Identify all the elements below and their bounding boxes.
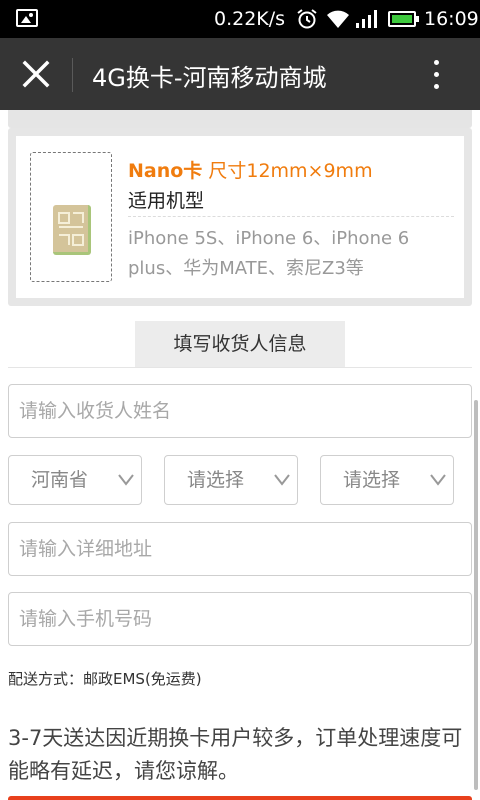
address-input[interactable]: 请输入详细地址 bbox=[8, 522, 472, 576]
card-divider bbox=[128, 216, 454, 217]
close-icon[interactable] bbox=[18, 56, 54, 92]
chevron-down-icon bbox=[430, 474, 446, 486]
wifi-icon bbox=[327, 10, 349, 28]
sim-card-panel: Nano卡 尺寸12mm×9mm 适用机型 iPhone 5S、iPhone 6… bbox=[16, 136, 464, 298]
sim-card-info: Nano卡 尺寸12mm×9mm 适用机型 iPhone 5S、iPhone 6… bbox=[8, 128, 472, 306]
section-divider bbox=[8, 367, 472, 368]
battery-icon bbox=[388, 11, 419, 27]
sim-size: 尺寸12mm×9mm bbox=[208, 160, 373, 182]
sim-type: Nano卡 bbox=[128, 160, 203, 182]
network-speed: 0.22K/s bbox=[214, 8, 286, 30]
section-title: 填写收货人信息 bbox=[135, 321, 345, 367]
clock: 16:09 bbox=[424, 8, 479, 30]
submit-button-edge[interactable] bbox=[8, 796, 472, 800]
toolbar-divider bbox=[72, 58, 73, 92]
chevron-down-icon bbox=[274, 474, 290, 486]
image-icon bbox=[16, 9, 38, 27]
page-title: 4G换卡-河南移动商城 bbox=[92, 64, 327, 92]
city-select[interactable]: 请选择 bbox=[164, 455, 298, 505]
previous-card-edge bbox=[8, 110, 472, 128]
more-vertical-icon[interactable] bbox=[426, 56, 446, 92]
status-bar: 0.22K/s 16:09 bbox=[0, 0, 480, 38]
sim-card-image-frame bbox=[30, 152, 112, 282]
province-select[interactable]: 河南省 bbox=[8, 455, 142, 505]
delivery-notice: 3-7天送达因近期换卡用户较多，订单处理速度可能略有延迟，请您谅解。 bbox=[8, 726, 463, 783]
main-content: Nano卡 尺寸12mm×9mm 适用机型 iPhone 5S、iPhone 6… bbox=[0, 110, 480, 800]
province-value: 河南省 bbox=[31, 469, 89, 491]
models-label: 适用机型 bbox=[128, 190, 205, 212]
alarm-icon bbox=[297, 9, 317, 29]
compatible-models: iPhone 5S、iPhone 6、iPhone 6 plus、华为MATE、… bbox=[128, 228, 410, 279]
app-toolbar: 4G换卡-河南移动商城 bbox=[0, 38, 480, 110]
scrollbar[interactable] bbox=[474, 400, 478, 790]
district-value: 请选择 bbox=[343, 469, 401, 491]
district-select[interactable]: 请选择 bbox=[320, 455, 454, 505]
sim-title: Nano卡 尺寸12mm×9mm bbox=[128, 156, 373, 183]
phone-input[interactable]: 请输入手机号码 bbox=[8, 592, 472, 646]
sim-chip-icon bbox=[53, 205, 91, 255]
city-value: 请选择 bbox=[187, 469, 245, 491]
recipient-name-input[interactable]: 请输入收货人姓名 bbox=[8, 384, 472, 438]
chevron-down-icon bbox=[118, 474, 134, 486]
delivery-method: 配送方式：邮政EMS(免运费) bbox=[8, 670, 202, 688]
signal-icon bbox=[356, 10, 377, 28]
